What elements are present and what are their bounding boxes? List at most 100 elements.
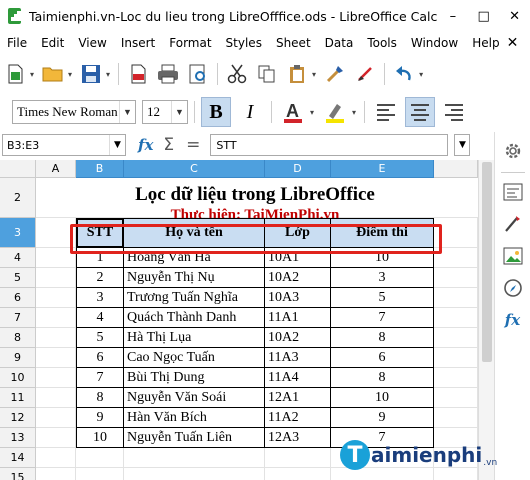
cell-class[interactable]: 10A1: [265, 248, 331, 268]
cut-icon[interactable]: [224, 61, 250, 87]
cell-stt[interactable]: 1: [76, 248, 124, 268]
menu-insert[interactable]: Insert: [114, 36, 162, 50]
column-header-b[interactable]: B: [76, 160, 124, 178]
cell-class[interactable]: 10A2: [265, 268, 331, 288]
cell-f[interactable]: [434, 388, 478, 408]
menu-help[interactable]: Help: [465, 36, 506, 50]
name-box[interactable]: B3:E3 ▼: [2, 134, 126, 156]
clone-icon[interactable]: [322, 61, 348, 87]
cell-class[interactable]: 11A1: [265, 308, 331, 328]
cell-f[interactable]: [434, 288, 478, 308]
new-icon[interactable]: [2, 61, 28, 87]
row-header[interactable]: 3: [0, 218, 36, 248]
column-header-e[interactable]: E: [331, 160, 434, 178]
paste-dropdown-icon[interactable]: ▾: [312, 70, 316, 79]
menu-file[interactable]: File: [0, 36, 34, 50]
column-header-d[interactable]: D: [265, 160, 331, 178]
menu-view[interactable]: View: [71, 36, 113, 50]
align-right-icon[interactable]: [439, 97, 469, 127]
formula-input[interactable]: STT: [210, 134, 449, 156]
row-header[interactable]: 9: [0, 348, 36, 368]
cell-name[interactable]: Cao Ngọc Tuấn: [124, 348, 265, 368]
maximize-button[interactable]: □: [468, 0, 499, 32]
header-cell-class[interactable]: Lớp: [265, 218, 331, 248]
cell-a[interactable]: [36, 248, 76, 268]
cell-a[interactable]: [36, 328, 76, 348]
cell-stt[interactable]: 5: [76, 328, 124, 348]
row-header[interactable]: 8: [0, 328, 36, 348]
functions-icon[interactable]: fx: [500, 307, 526, 333]
menu-tools[interactable]: Tools: [360, 36, 404, 50]
cell-class[interactable]: 10A2: [265, 328, 331, 348]
select-all-corner[interactable]: [0, 160, 36, 178]
close-button[interactable]: ✕: [499, 0, 530, 32]
minimize-button[interactable]: –: [437, 0, 468, 32]
cell-stt[interactable]: 7: [76, 368, 124, 388]
cell-stt[interactable]: 2: [76, 268, 124, 288]
copy-icon[interactable]: [254, 61, 280, 87]
empty-cell[interactable]: [124, 448, 265, 468]
highlight-icon[interactable]: [320, 97, 350, 127]
bold-icon[interactable]: B: [201, 97, 231, 127]
font-name-combo[interactable]: Times New Roman ▼: [12, 100, 136, 124]
cell-name[interactable]: Hà Thị Lụa: [124, 328, 265, 348]
header-cell-stt[interactable]: STT: [76, 218, 124, 248]
cell-stt[interactable]: 9: [76, 408, 124, 428]
empty-cell[interactable]: [265, 468, 331, 480]
menu-format[interactable]: Format: [162, 36, 218, 50]
new-dropdown-icon[interactable]: ▾: [30, 70, 34, 79]
navigator-icon[interactable]: [500, 275, 526, 301]
row-header[interactable]: 13: [0, 428, 36, 448]
empty-cell[interactable]: [36, 468, 76, 480]
column-header-c[interactable]: C: [124, 160, 265, 178]
italic-icon[interactable]: I: [235, 97, 265, 127]
settings-icon[interactable]: [500, 138, 526, 164]
cell-f[interactable]: [434, 308, 478, 328]
menu-sheet[interactable]: Sheet: [269, 36, 318, 50]
row-header[interactable]: 11: [0, 388, 36, 408]
empty-cell[interactable]: [124, 468, 265, 480]
open-dropdown-icon[interactable]: ▾: [68, 70, 72, 79]
cell-class[interactable]: 12A1: [265, 388, 331, 408]
header-cell-score[interactable]: Điểm thi: [331, 218, 434, 248]
close-document-icon[interactable]: ✕: [507, 35, 519, 51]
cell-score[interactable]: 10: [331, 388, 434, 408]
paste-icon[interactable]: [284, 61, 310, 87]
scrollbar-thumb[interactable]: [482, 162, 492, 362]
save-icon[interactable]: [78, 61, 104, 87]
align-left-icon[interactable]: [371, 97, 401, 127]
column-header-a[interactable]: A: [36, 160, 76, 178]
cell-class[interactable]: 11A3: [265, 348, 331, 368]
cell-class[interactable]: 11A2: [265, 408, 331, 428]
cell-stt[interactable]: 10: [76, 428, 124, 448]
cell-score[interactable]: 5: [331, 288, 434, 308]
menu-styles[interactable]: Styles: [219, 36, 269, 50]
undo-icon[interactable]: [391, 61, 417, 87]
print-icon[interactable]: [155, 61, 181, 87]
cell-stt[interactable]: 6: [76, 348, 124, 368]
export-pdf-icon[interactable]: [125, 61, 151, 87]
expand-formula-icon[interactable]: ▼: [454, 134, 471, 156]
cell-score[interactable]: 10: [331, 248, 434, 268]
cell-name[interactable]: Nguyễn Thị Nụ: [124, 268, 265, 288]
cell-a[interactable]: [36, 408, 76, 428]
properties-icon[interactable]: [500, 179, 526, 205]
cell-name[interactable]: Bùi Thị Dung: [124, 368, 265, 388]
row-header[interactable]: 2: [0, 178, 36, 218]
gallery-icon[interactable]: [500, 243, 526, 269]
cell-name[interactable]: Hàn Văn Bích: [124, 408, 265, 428]
chevron-down-icon[interactable]: ▼: [171, 101, 187, 123]
cell-a3[interactable]: [36, 218, 76, 248]
formula-icon[interactable]: =: [186, 135, 200, 155]
font-size-combo[interactable]: 12 ▼: [142, 100, 188, 124]
cell-score[interactable]: 8: [331, 368, 434, 388]
sum-icon[interactable]: Σ: [163, 135, 174, 155]
cell-f[interactable]: [434, 268, 478, 288]
function-wizard-icon[interactable]: fx: [138, 136, 153, 154]
cell-name[interactable]: Quách Thành Danh: [124, 308, 265, 328]
save-dropdown-icon[interactable]: ▾: [106, 70, 110, 79]
empty-cell[interactable]: [36, 448, 76, 468]
cell-name[interactable]: Trương Tuấn Nghĩa: [124, 288, 265, 308]
empty-cell[interactable]: [434, 218, 478, 248]
empty-cell[interactable]: [265, 448, 331, 468]
